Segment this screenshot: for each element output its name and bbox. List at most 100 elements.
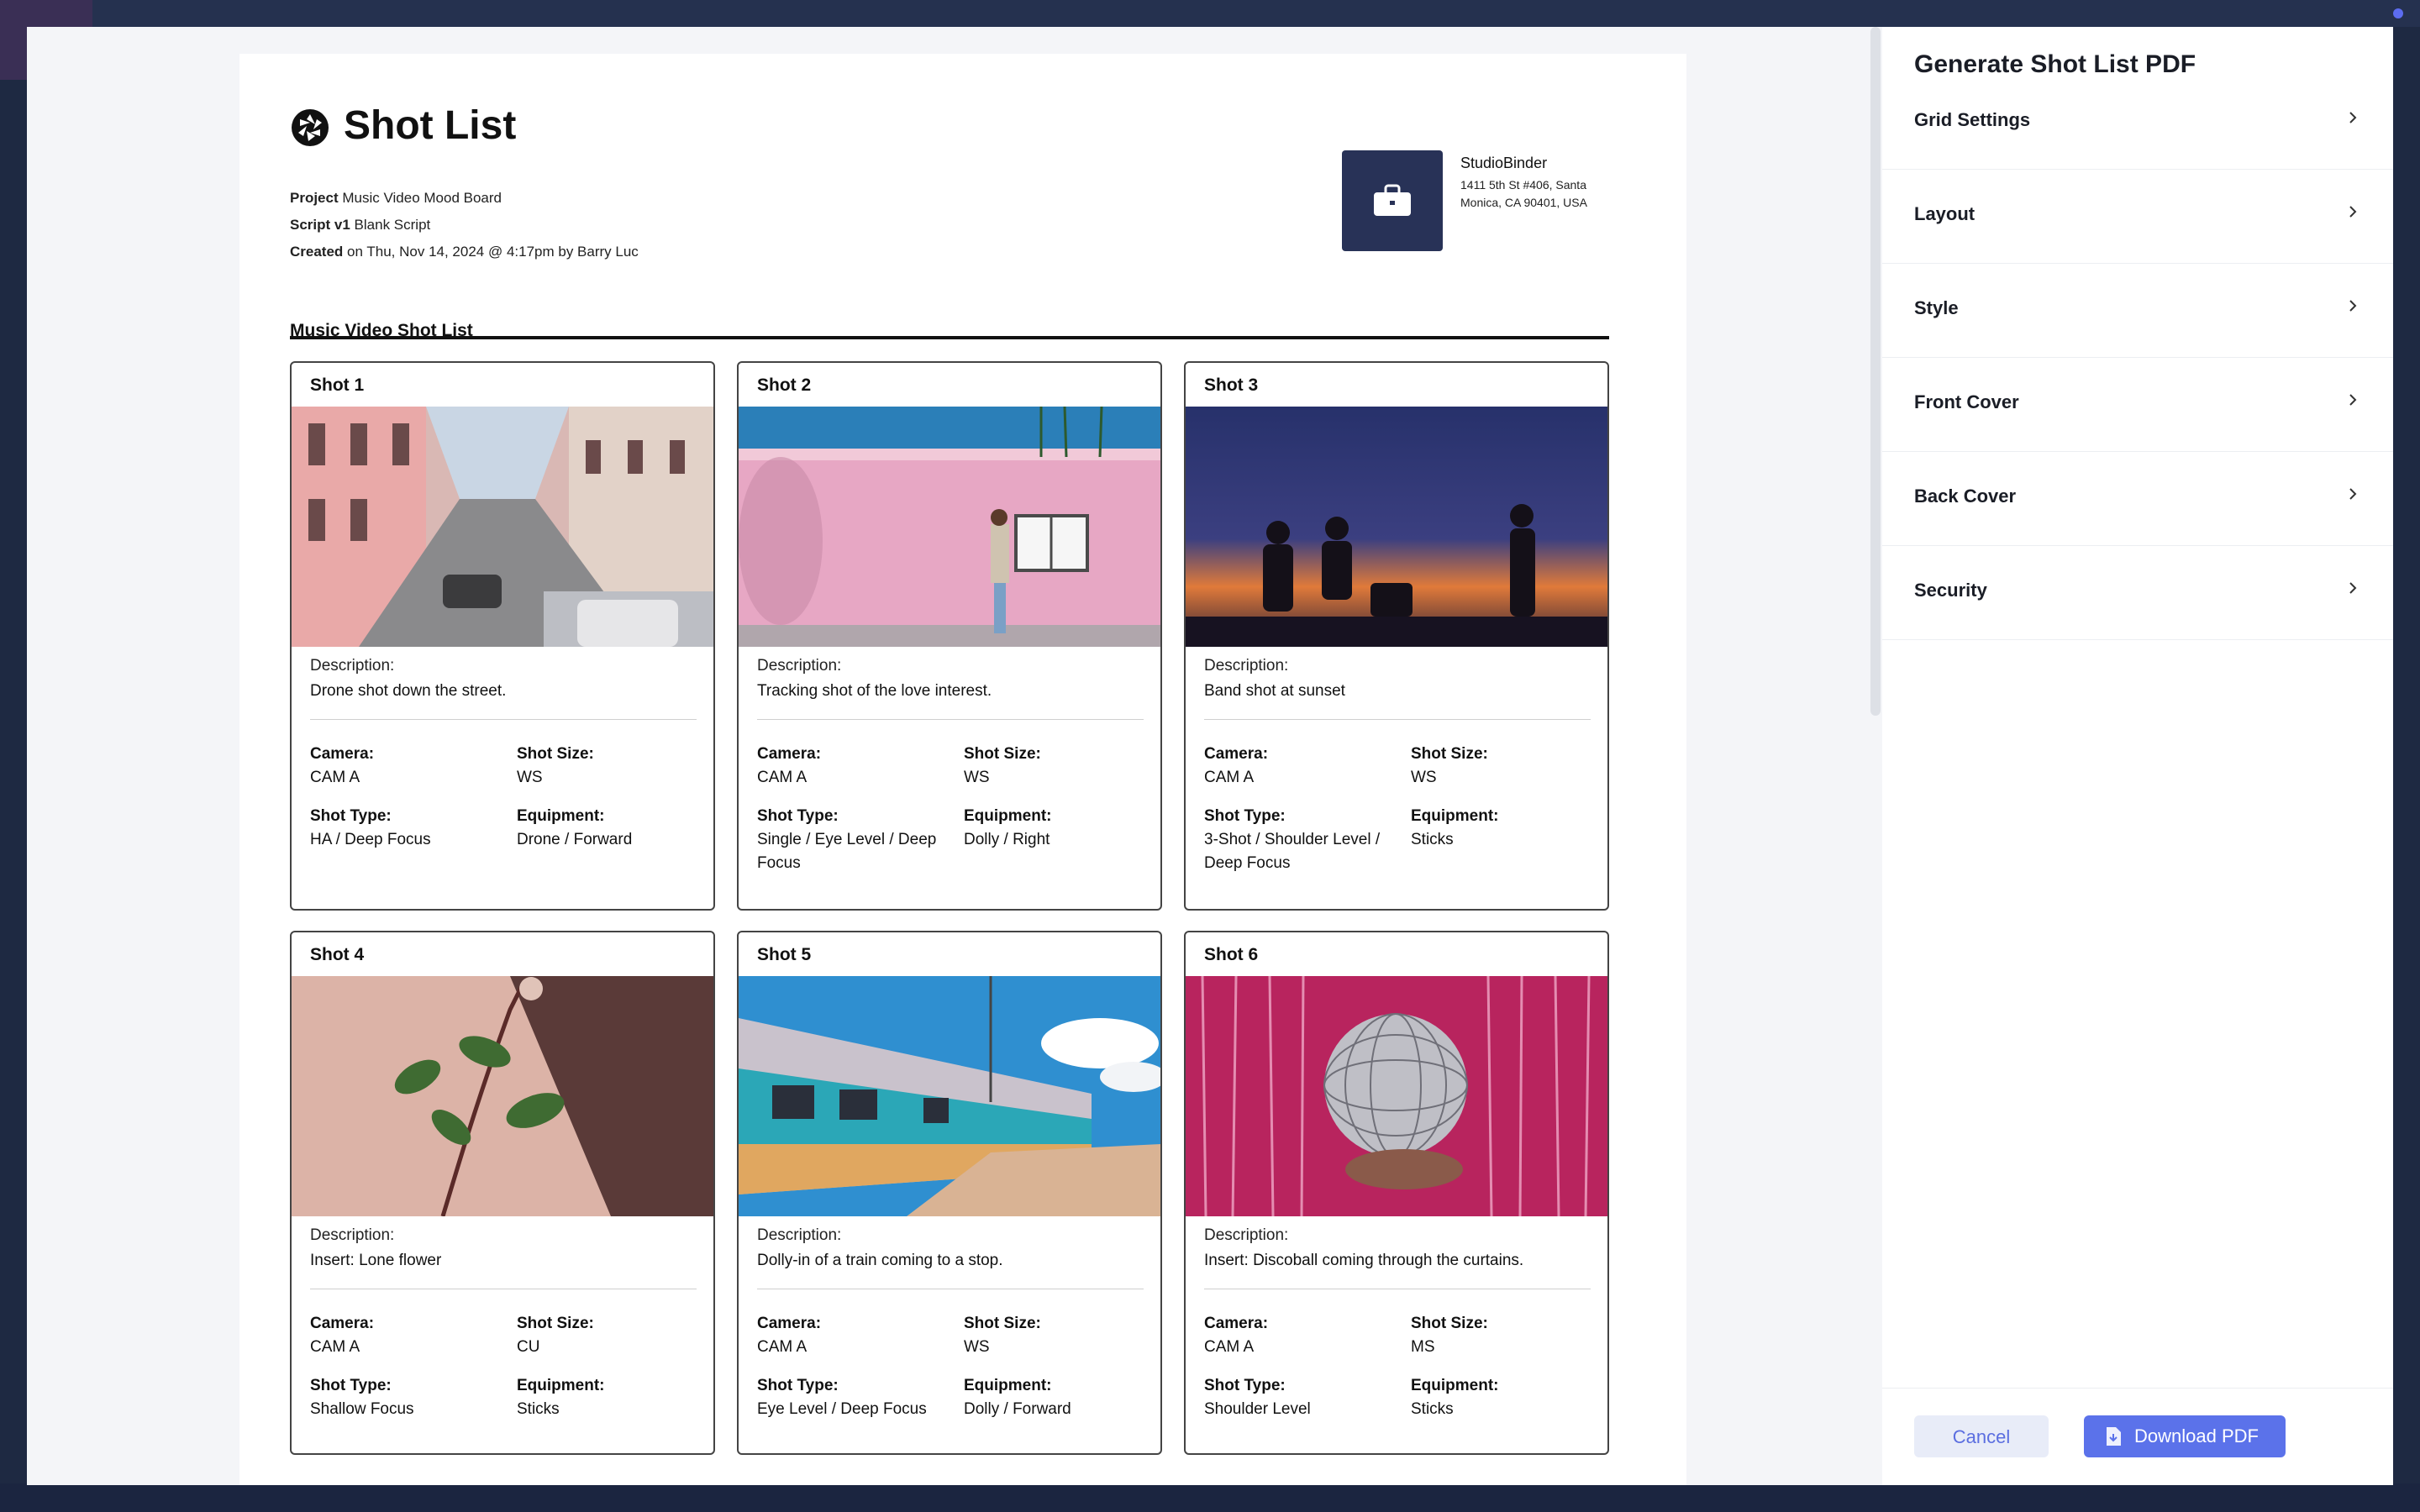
shot-title: Shot 1 [310,375,365,395]
shot-size-label: Shot Size: [1411,1315,1488,1332]
sidebar-item-front-cover[interactable]: Front Cover [1882,358,2393,452]
equipment-label: Equipment: [1411,1377,1499,1394]
description-text: Tracking shot of the love interest. [757,682,992,700]
chevron-right-icon [2349,582,2357,594]
shot-title: Shot 4 [310,945,365,964]
sidebar-title: Generate Shot List PDF [1914,50,2196,78]
shot-size-value: CU [517,1338,540,1356]
shot-details: Description: Dolly-in of a train coming … [757,1226,1144,1418]
sidebar-item-grid-settings[interactable]: Grid Settings [1882,76,2393,170]
sidebar-item-style[interactable]: Style [1882,264,2393,358]
shot-details: Description: Insert: Lone flower Camera:… [310,1226,697,1418]
camera-label: Camera: [310,745,375,763]
shot-size-value: WS [964,1338,990,1356]
description-text: Insert: Discoball coming through the cur… [1204,1252,1524,1269]
shot-type-field: Shot Type: Single / Eye Level / Deep Focu… [757,805,942,875]
shot-size-field: Shot Size: WS [517,743,702,790]
download-pdf-label: Download PDF [2134,1425,2259,1446]
company-logo [1342,150,1443,251]
page-title: Shot List [344,103,517,148]
detail-divider [1204,719,1591,720]
shot-type-value: Shallow Focus [310,1400,414,1418]
shot-size-label: Shot Size: [1411,745,1488,763]
shot-title: Shot 2 [757,375,812,395]
notification-dot [2393,8,2403,18]
sidebar-item-label: Grid Settings [1914,109,2031,130]
equipment-field: Equipment: Sticks [1411,1374,1596,1421]
preview-scrollbar[interactable] [1870,27,1881,716]
project-label: Project [290,190,339,206]
shot-image-discoball [1186,976,1607,1216]
shot-details: Description: Drone shot down the street.… [310,657,697,848]
shot-size-value: WS [517,769,543,786]
equipment-label: Equipment: [964,807,1052,825]
description-label: Description: [1204,657,1289,675]
shot-card[interactable]: Shot 3 Description: Band shot at sunset … [1184,361,1609,911]
generate-pdf-modal: Shot List Project Music Video Mood Board… [27,27,2393,1485]
shot-type-field: Shot Type: 3-Shot / Shoulder Level / Deep… [1204,805,1389,875]
shot-card[interactable]: Shot 2 Description: Tracking shot of the… [737,361,1162,911]
shot-card[interactable]: Shot 6 Description: Insert: Discoball co… [1184,931,1609,1455]
equipment-label: Equipment: [517,1377,605,1394]
script-value: Blank Script [354,217,431,233]
equipment-value: Dolly / Right [964,831,1050,848]
shot-type-label: Shot Type: [310,807,392,825]
pdf-file-icon [2107,1427,2121,1446]
camera-field: Camera: CAM A [1204,1312,1389,1359]
equipment-field: Equipment: Dolly / Forward [964,1374,1149,1421]
camera-value: CAM A [757,769,808,786]
shot-type-value: HA / Deep Focus [310,831,431,848]
shot-size-value: WS [1411,769,1437,786]
script-label: Script v1 [290,217,350,233]
company-address: 1411 5th St #406, Santa Monica, CA 90401… [1460,178,1587,209]
description-text: Dolly-in of a train coming to a stop. [757,1252,1003,1269]
shot-image-flower [292,976,713,1216]
sidebar-item-label: Layout [1914,203,1975,224]
camera-label: Camera: [1204,745,1269,763]
backdrop-bottom-bar [0,1483,2420,1512]
sidebar-item-security[interactable]: Security [1882,546,2393,640]
shot-size-label: Shot Size: [517,1315,594,1332]
company-name: StudioBinder [1460,155,1548,171]
shot-card[interactable]: Shot 5 Description: Dolly-in of a train … [737,931,1162,1455]
download-pdf-button[interactable]: Download PDF [2084,1415,2286,1457]
description-label: Description: [310,1226,395,1244]
detail-divider [757,719,1144,720]
section-divider [290,336,1609,339]
camera-label: Camera: [757,1315,822,1332]
sidebar-item-layout[interactable]: Layout [1882,170,2393,264]
shot-type-field: Shot Type: Shallow Focus [310,1374,495,1421]
camera-label: Camera: [310,1315,375,1332]
shot-title: Shot 3 [1204,375,1259,395]
camera-value: CAM A [310,769,360,786]
shot-details: Description: Insert: Discoball coming th… [1204,1226,1591,1418]
sidebar-item-label: Style [1914,297,1959,318]
shot-size-value: WS [964,769,990,786]
shot-image-train [739,976,1160,1216]
shot-details: Description: Tracking shot of the love i… [757,657,1144,872]
cancel-button[interactable]: Cancel [1914,1415,2049,1457]
shot-image-street [292,407,713,647]
chevron-right-icon [2349,206,2357,218]
backdrop-top-bar [0,0,2420,27]
camera-field: Camera: CAM A [310,743,495,790]
equipment-label: Equipment: [964,1377,1052,1394]
shot-card[interactable]: Shot 1 Description: Drone shot down the … [290,361,715,911]
equipment-field: Equipment: Sticks [1411,805,1596,852]
shot-size-label: Shot Size: [964,745,1041,763]
camera-value: CAM A [757,1338,808,1356]
sidebar-item-back-cover[interactable]: Back Cover [1882,452,2393,546]
description-text: Insert: Lone flower [310,1252,442,1269]
shot-type-field: Shot Type: HA / Deep Focus [310,805,495,852]
shot-type-value: Shoulder Level [1204,1400,1311,1418]
sidebar-footer: Cancel Download PDF [1882,1388,2393,1485]
camera-field: Camera: CAM A [757,743,942,790]
description-label: Description: [1204,1226,1289,1244]
equipment-field: Equipment: Sticks [517,1374,702,1421]
camera-field: Camera: CAM A [1204,743,1389,790]
shot-size-label: Shot Size: [964,1315,1041,1332]
chevron-right-icon [2349,394,2357,406]
shot-type-label: Shot Type: [1204,807,1286,825]
shot-card[interactable]: Shot 4 Description: Insert: Lone flower … [290,931,715,1455]
sidebar-item-label: Front Cover [1914,391,2019,412]
